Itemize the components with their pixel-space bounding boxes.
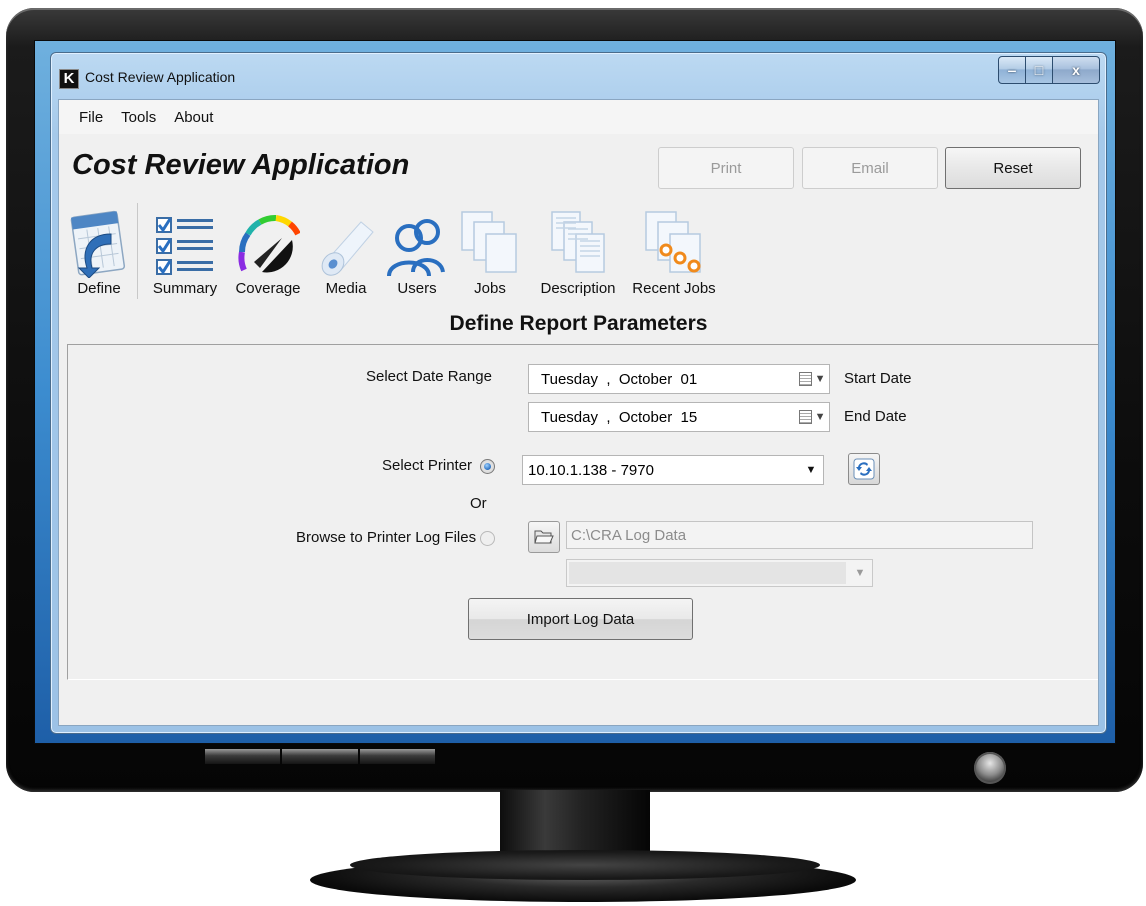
tool-summary-label: Summary [152, 280, 218, 297]
calendar-arrow-icon [69, 203, 129, 278]
app-logo-icon: K [59, 69, 79, 89]
end-date-picker[interactable]: Tuesday , October 15 ▼ [528, 402, 830, 432]
power-button[interactable] [974, 752, 1006, 784]
start-date-label: Start Date [844, 370, 912, 387]
import-log-data-button[interactable]: Import Log Data [468, 598, 693, 640]
users-icon [385, 203, 449, 278]
printer-select[interactable]: 10.10.1.138 - 7970 ▼ [522, 455, 824, 485]
menu-bar: File Tools About [59, 100, 1098, 134]
tool-jobs-label: Jobs [474, 280, 506, 297]
app-window: K Cost Review Application ‒ □ x File Too… [50, 52, 1107, 734]
checklist-icon [153, 203, 217, 278]
end-date-label: End Date [844, 408, 907, 425]
tool-media-label: Media [325, 280, 367, 297]
tool-define-label: Define [77, 280, 121, 297]
tool-coverage[interactable]: Coverage [229, 203, 307, 297]
minimize-icon: ‒ [1008, 62, 1016, 78]
browse-log-files-label: Browse to Printer Log Files [296, 529, 477, 546]
close-icon: x [1072, 62, 1080, 78]
printer-select-value: 10.10.1.138 - 7970 [528, 461, 654, 479]
log-file-select[interactable]: ▼ [566, 559, 873, 587]
title-bar[interactable]: K Cost Review Application ‒ □ x [51, 53, 1106, 99]
menu-about[interactable]: About [174, 109, 213, 126]
dropdown-arrow-icon: ▼ [854, 567, 866, 579]
tool-define[interactable]: Define [67, 203, 131, 297]
tool-jobs[interactable]: Jobs [454, 203, 526, 297]
date-range-label: Select Date Range [366, 368, 492, 385]
client-area: File Tools About Cost Review Application… [58, 99, 1099, 726]
log-file-select-value [569, 562, 846, 584]
document-pages-icon [546, 203, 610, 278]
calendar-dropdown-icon[interactable]: ▼ [795, 410, 829, 424]
start-date-value: Tuesday , October 01 [541, 370, 698, 388]
tool-summary[interactable]: Summary [145, 203, 225, 297]
refresh-printers-button[interactable] [848, 453, 880, 485]
tool-recent-jobs-label: Recent Jobs [632, 280, 716, 297]
tool-coverage-label: Coverage [235, 280, 301, 297]
reset-button[interactable]: Reset [945, 147, 1081, 189]
open-folder-icon [534, 530, 554, 544]
or-label: Or [470, 495, 487, 512]
maximize-button[interactable]: □ [1026, 56, 1053, 84]
calendar-dropdown-icon[interactable]: ▼ [795, 372, 829, 386]
menu-tools[interactable]: Tools [121, 109, 156, 126]
maximize-icon: □ [1034, 62, 1044, 78]
select-printer-radio[interactable] [480, 459, 495, 474]
report-toolbar: Define Summary Coverage Media Users Jobs… [59, 203, 1098, 301]
select-printer-label: Select Printer [382, 457, 473, 474]
print-button[interactable]: Print [658, 147, 794, 189]
browse-log-files-radio[interactable] [480, 531, 495, 546]
recent-jobs-icon [642, 203, 706, 278]
refresh-icon [853, 458, 875, 480]
close-button[interactable]: x [1053, 56, 1100, 84]
window-title: Cost Review Application [85, 69, 236, 85]
window-controls: ‒ □ x [998, 56, 1100, 84]
open-folder-button[interactable] [528, 521, 560, 553]
tool-description-label: Description [540, 280, 616, 297]
toolbar-divider [137, 203, 138, 299]
tool-description[interactable]: Description [530, 203, 626, 297]
stacked-pages-icon [458, 203, 522, 278]
color-wheel-gauge-icon [236, 203, 300, 278]
app-heading: Cost Review Application [72, 149, 410, 181]
tool-media[interactable]: Media [313, 203, 379, 297]
tool-recent-jobs[interactable]: Recent Jobs [627, 203, 721, 297]
tool-users-label: Users [397, 280, 437, 297]
bezel-speaker-bar [205, 749, 435, 764]
paper-roll-icon [315, 203, 377, 278]
minimize-button[interactable]: ‒ [998, 56, 1026, 84]
end-date-value: Tuesday , October 15 [541, 408, 698, 426]
monitor-stand-base-top [350, 850, 820, 880]
tool-users[interactable]: Users [387, 203, 447, 297]
section-title: Define Report Parameters [449, 312, 708, 335]
log-path-field[interactable]: C:\CRA Log Data [566, 521, 1033, 549]
dropdown-arrow-icon: ▼ [805, 464, 817, 476]
menu-file[interactable]: File [79, 109, 103, 126]
start-date-picker[interactable]: Tuesday , October 01 ▼ [528, 364, 830, 394]
email-button[interactable]: Email [802, 147, 938, 189]
report-parameters-panel: Select Date Range Tuesday , October 01 ▼… [67, 344, 1098, 680]
